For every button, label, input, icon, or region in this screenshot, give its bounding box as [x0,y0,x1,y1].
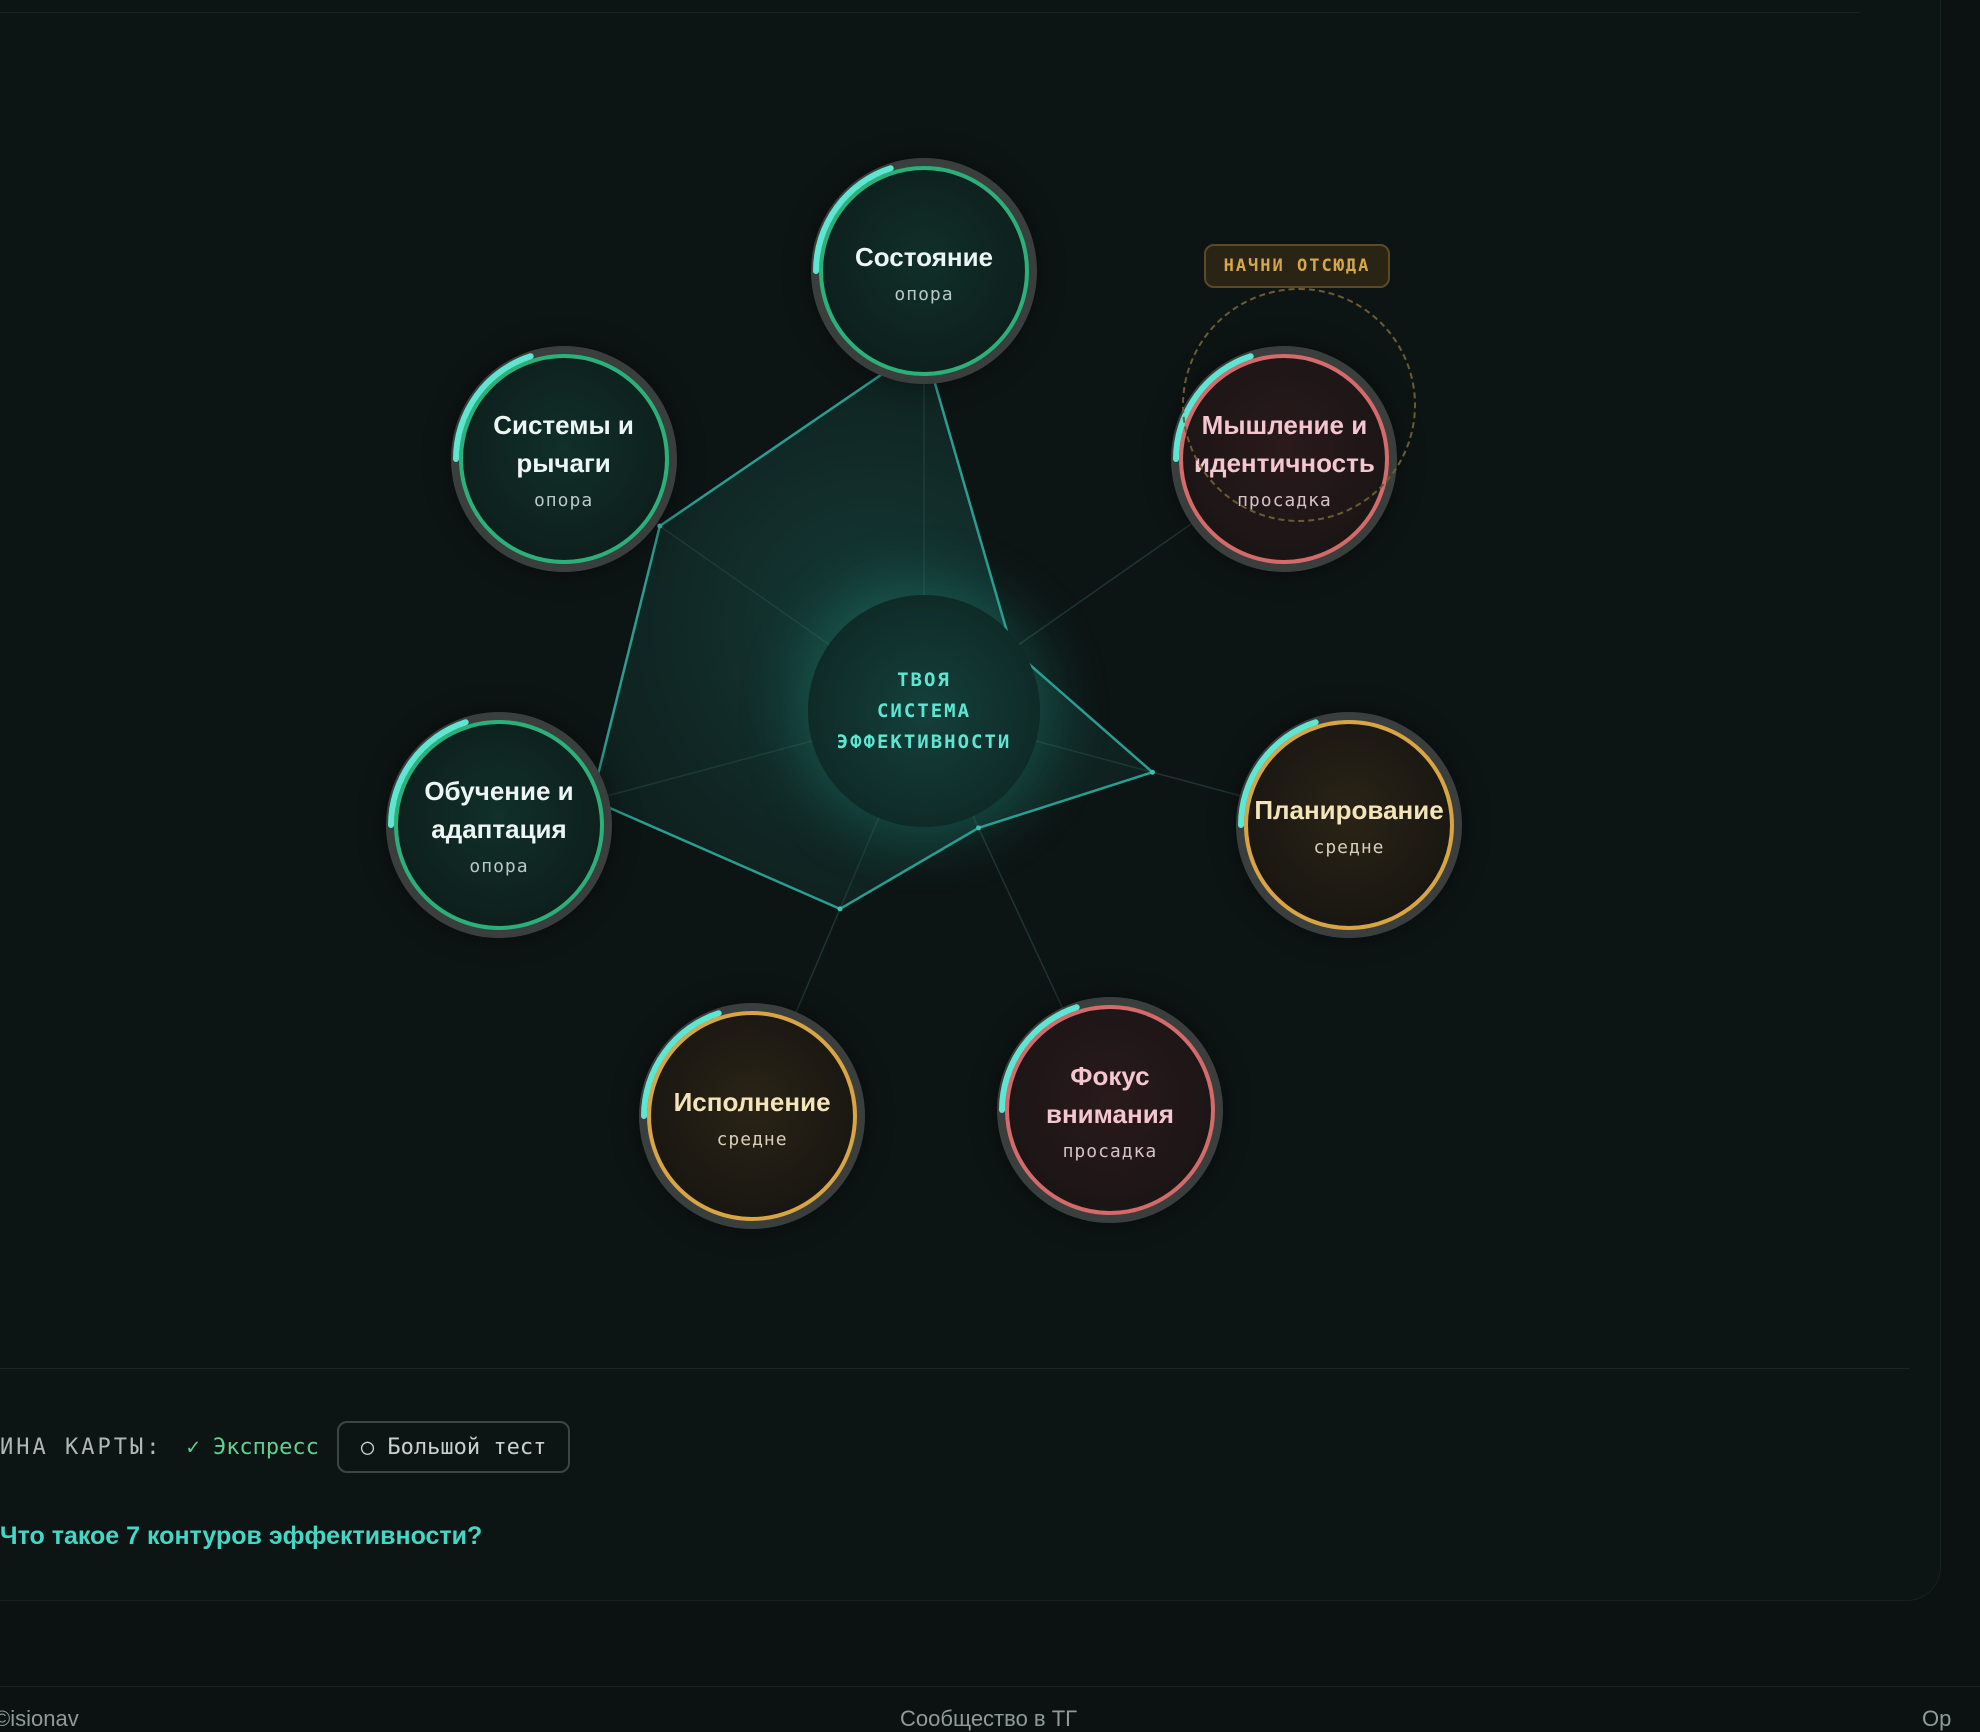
center-hub: ТВОЯ СИСТЕМА ЭФФЕКТИВНОСТИ [808,595,1040,827]
faq-link[interactable]: Что такое 7 контуров эффективности? [0,1522,482,1551]
node-execution[interactable]: Исполнение средне [639,1003,866,1230]
radar-vertex [657,523,663,529]
node-systems[interactable]: Системы и рычаги опора [450,345,677,572]
center-line-3: ЭФФЕКТИВНОСТИ [836,730,1012,753]
node-ring: Состояние опора [819,166,1029,376]
footer-right-link[interactable]: Ор [1922,1706,1951,1732]
node-status: средне [716,1128,788,1150]
node-status: опора [894,283,954,305]
node-ring: Планирование средне [1244,719,1454,930]
section-divider [0,1368,1910,1369]
express-option[interactable]: ✓ Экспресс [186,1435,318,1460]
footer-community-link[interactable]: Сообщество в ТГ [900,1706,1077,1732]
node-ring: Фокус внимания просадка [1004,1004,1215,1215]
node-ring: Системы и рычаги опора [458,353,669,564]
start-here-badge: НАЧНИ ОТСЮДА [1204,244,1390,288]
node-title: Исполнение [673,1086,831,1117]
node-state[interactable]: Состояние опора [811,158,1037,384]
node-ring: Обучение и адаптация опора [393,719,604,930]
node-learning[interactable]: Обучение и адаптация опора [385,711,612,938]
node-planning[interactable]: Планирование средне [1236,711,1462,938]
footer-brand: ©isionav [0,1706,79,1731]
node-focus[interactable]: Фокус внимания просадка [996,996,1223,1223]
node-title: Планирование [1254,795,1444,826]
node-status: опора [469,856,529,878]
node-title: Обучение и адаптация [424,776,574,845]
radar-vertex [976,825,982,831]
center-line-1: ТВОЯ [897,668,951,691]
radar-vertex [837,906,843,912]
node-ring: Исполнение средне [647,1011,858,1222]
center-line-2: СИСТЕМА [876,699,972,722]
footer-divider [0,1686,1980,1687]
big-test-button[interactable]: ○ Большой тест [336,1421,571,1473]
node-title: Состояние [854,241,994,272]
node-title: Фокус внимания [1045,1061,1174,1130]
node-status: средне [1313,837,1385,859]
node-status: опора [533,490,594,512]
node-title: Системы и рычаги [493,410,634,479]
map-depth-label: ИНА КАРТЫ: [0,1434,163,1460]
radar-vertex [1149,769,1155,775]
map-depth-row: ИНА КАРТЫ: ✓ Экспресс ○ Большой тест [0,1421,571,1473]
node-status: просадка [1062,1141,1158,1163]
start-highlight-ring [1182,288,1416,522]
